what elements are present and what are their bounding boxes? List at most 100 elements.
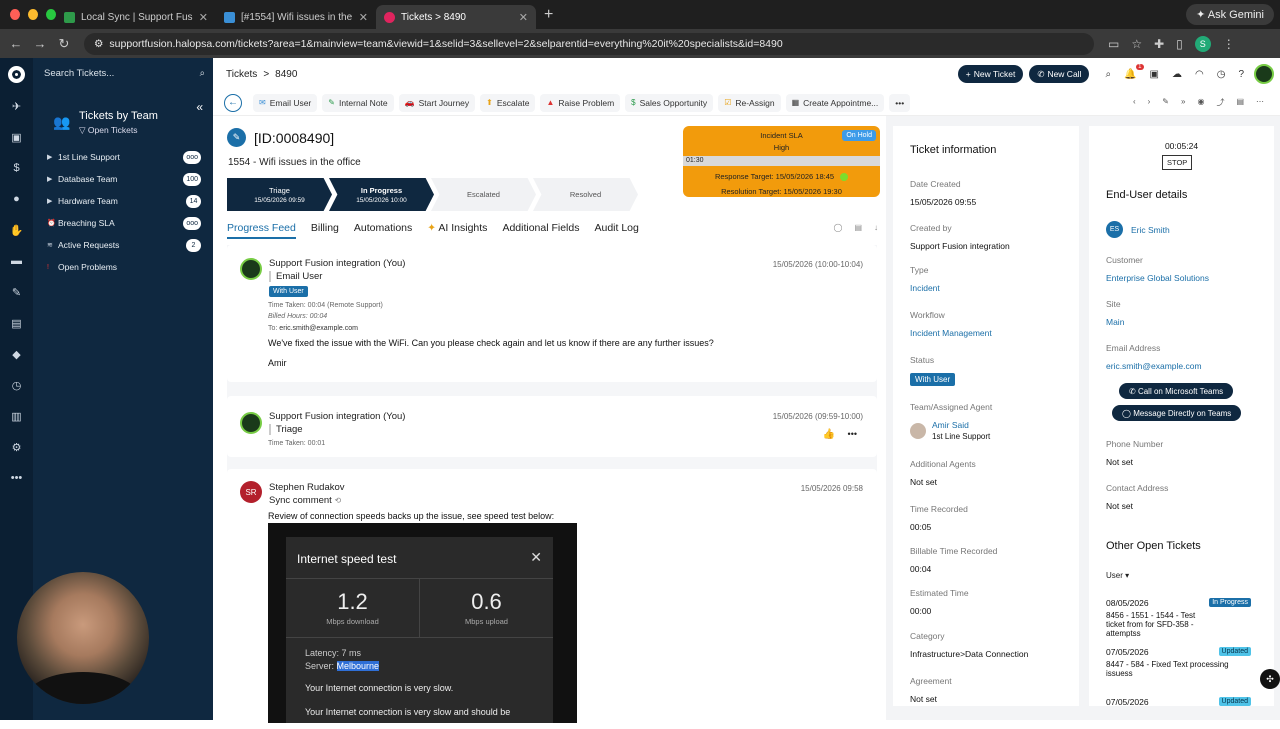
other-ticket-item[interactable]: 07/05/2026 8447 - 584 - Fixed Text proces… <box>1106 647 1251 687</box>
cloud-icon[interactable]: ☁ <box>1172 69 1182 80</box>
settings-icon[interactable]: ⚙ <box>9 439 25 455</box>
tab-billing[interactable]: Billing <box>311 222 339 239</box>
field-value[interactable]: Main <box>1106 317 1124 327</box>
user-icon[interactable]: ● <box>9 191 25 207</box>
bookmark-star-icon[interactable]: ☆ <box>1131 37 1142 51</box>
sort-icon[interactable]: ↓ <box>874 223 878 232</box>
document-icon[interactable]: ▤ <box>9 315 25 331</box>
other-ticket-item[interactable]: 08/05/2026 8456 - 1551 - 1544 - Test tick… <box>1106 598 1251 638</box>
search-icon[interactable]: ⌕ <box>1105 69 1111 80</box>
breadcrumb-tickets[interactable]: Tickets <box>226 69 257 80</box>
stage-in-progress[interactable]: In Progress 15/05/2026 10:00 <box>329 178 434 211</box>
dollar-icon[interactable]: $ <box>9 160 25 176</box>
extensions-icon[interactable]: ✚ <box>1154 37 1164 51</box>
new-ticket-button[interactable]: + New Ticket <box>957 65 1024 83</box>
escalate-button[interactable]: ⬆ Escalate <box>480 93 536 112</box>
site-info-icon[interactable]: ⚙ <box>94 38 103 50</box>
watch-icon[interactable]: ◉ <box>1197 97 1204 108</box>
expand-icon[interactable]: ▶ <box>47 175 58 183</box>
stage-resolved[interactable]: Resolved <box>533 178 638 211</box>
comment-icon[interactable]: ◯ <box>833 223 842 232</box>
forward-icon[interactable]: → <box>28 36 52 51</box>
ask-gemini-button[interactable]: ✦ Ask Gemini <box>1186 4 1274 25</box>
profile-avatar[interactable]: S <box>1194 35 1211 52</box>
close-window-button[interactable] <box>10 9 20 20</box>
more-actions-button[interactable]: ••• <box>889 93 911 112</box>
halo-logo-icon[interactable] <box>8 66 25 83</box>
browser-tab-2[interactable]: [#1554] Wifi issues in the offi ✕ <box>216 5 376 29</box>
field-value[interactable]: Incident <box>910 283 940 293</box>
documents-icon[interactable]: ▣ <box>1150 69 1159 80</box>
zoom-window-button[interactable] <box>46 9 56 20</box>
panel-subtitle[interactable]: ▽ Open Tickets <box>79 125 158 136</box>
address-bar[interactable]: ⚙ supportfusion.halopsa.com/tickets?area=… <box>84 32 1094 55</box>
expand-icon[interactable]: ▶ <box>47 197 58 205</box>
new-call-button[interactable]: ✆ New Call <box>1029 65 1090 83</box>
bag-icon[interactable]: ◆ <box>9 346 25 362</box>
overflow-icon[interactable]: ⋯ <box>1256 97 1264 108</box>
browser-tab-1[interactable]: Local Sync | Support Fusion ✕ <box>56 5 216 29</box>
user-avatar[interactable] <box>1254 64 1274 84</box>
browser-menu-icon[interactable]: ⋮ <box>1223 37 1235 51</box>
nav-item-database-team[interactable]: ▶ Database Team 100 <box>33 168 213 190</box>
next-ticket-icon[interactable]: › <box>1148 97 1151 108</box>
sales-opportunity-button[interactable]: $ Sales Opportunity <box>625 93 714 112</box>
new-tab-icon[interactable]: + <box>544 6 553 24</box>
field-value[interactable]: Incident Management <box>910 328 992 338</box>
browser-tab-3[interactable]: Tickets > 8490 ✕ <box>376 5 536 29</box>
nav-item-open-problems[interactable]: ! Open Problems <box>33 256 213 278</box>
recipient-email[interactable]: eric.smith@example.com <box>279 325 358 332</box>
briefcase-icon[interactable]: ▣ <box>9 129 25 145</box>
nav-item-active-requests[interactable]: ≋ Active Requests 2 <box>33 234 213 256</box>
nav-item-1st-line-support[interactable]: ▶ 1st Line Support ooo <box>33 146 213 168</box>
filter-icon[interactable]: ▤ <box>854 223 862 232</box>
monitor-icon[interactable]: ▬ <box>9 253 25 269</box>
close-tab-icon[interactable]: ✕ <box>359 11 368 24</box>
field-value[interactable]: eric.smith@example.com <box>1106 361 1202 371</box>
clock-icon[interactable]: ◷ <box>9 377 25 393</box>
report-icon[interactable]: ▥ <box>9 408 25 424</box>
call-teams-button[interactable]: ✆ Call on Microsoft Teams <box>1119 383 1234 399</box>
help-widget-icon[interactable]: ✣ <box>1260 669 1280 689</box>
start-journey-button[interactable]: 🚗 Start Journey <box>398 93 476 112</box>
end-user-name[interactable]: Eric Smith <box>1131 225 1170 235</box>
more-icon[interactable]: ••• <box>9 470 25 486</box>
collapse-panel-icon[interactable]: « <box>196 100 203 114</box>
previous-ticket-icon[interactable]: ‹ <box>1133 97 1136 108</box>
side-panel-icon[interactable]: ▯ <box>1176 37 1183 51</box>
search-tickets-field[interactable]: Search Tickets... ⌕ <box>33 58 213 88</box>
create-appointment-button[interactable]: ▦ Create Appointme... <box>785 93 885 112</box>
cast-icon[interactable]: ▭ <box>1108 37 1119 51</box>
back-icon[interactable]: ← <box>4 36 28 51</box>
more-options-icon[interactable]: ••• <box>848 429 857 439</box>
tab-audit-log[interactable]: Audit Log <box>594 222 638 239</box>
raise-problem-button[interactable]: ▲ Raise Problem <box>540 93 621 112</box>
email-user-button[interactable]: ✉ Email User <box>253 93 318 112</box>
minimize-window-button[interactable] <box>28 9 38 20</box>
thumbs-up-icon[interactable]: 👍 <box>823 429 835 440</box>
handshake-icon[interactable]: ✋ <box>9 222 25 238</box>
internal-note-button[interactable]: ✎ Internal Note <box>322 93 394 112</box>
pin-icon[interactable]: » <box>1181 97 1185 108</box>
re-assign-button[interactable]: ☑ Re-Assign <box>718 93 781 112</box>
field-value[interactable]: Enterprise Global Solutions <box>1106 273 1209 283</box>
other-ticket-item[interactable]: 07/05/2026 Updated <box>1106 697 1251 709</box>
nav-item-hardware-team[interactable]: ▶ Hardware Team 14 <box>33 190 213 212</box>
history-icon[interactable]: ◷ <box>1217 69 1226 80</box>
tab-additional-fields[interactable]: Additional Fields <box>502 222 579 239</box>
edit-icon[interactable]: ✎ <box>9 284 25 300</box>
help-icon[interactable]: ? <box>1238 69 1244 80</box>
close-tab-icon[interactable]: ✕ <box>199 11 208 24</box>
stage-triage[interactable]: Triage 15/05/2026 09:59 <box>227 178 332 211</box>
agent-name[interactable]: Amir Said <box>932 420 990 430</box>
speed-test-screenshot[interactable]: Internet speed test ✕ 1.2 Mbps download 0… <box>268 523 577 723</box>
search-icon[interactable]: ⌕ <box>200 68 205 88</box>
edit-ticket-icon[interactable]: ✎ <box>1162 97 1169 108</box>
share-icon[interactable]: ⤴ <box>1216 97 1224 108</box>
tab-progress-feed[interactable]: Progress Feed <box>227 222 296 239</box>
tab-automations[interactable]: Automations <box>354 222 412 239</box>
tab-ai-insights[interactable]: ✦ AI Insights <box>427 222 487 239</box>
print-icon[interactable]: ▤ <box>1236 97 1244 108</box>
rss-icon[interactable]: ◠ <box>1195 69 1204 80</box>
tickets-icon[interactable]: ✈ <box>9 98 25 114</box>
